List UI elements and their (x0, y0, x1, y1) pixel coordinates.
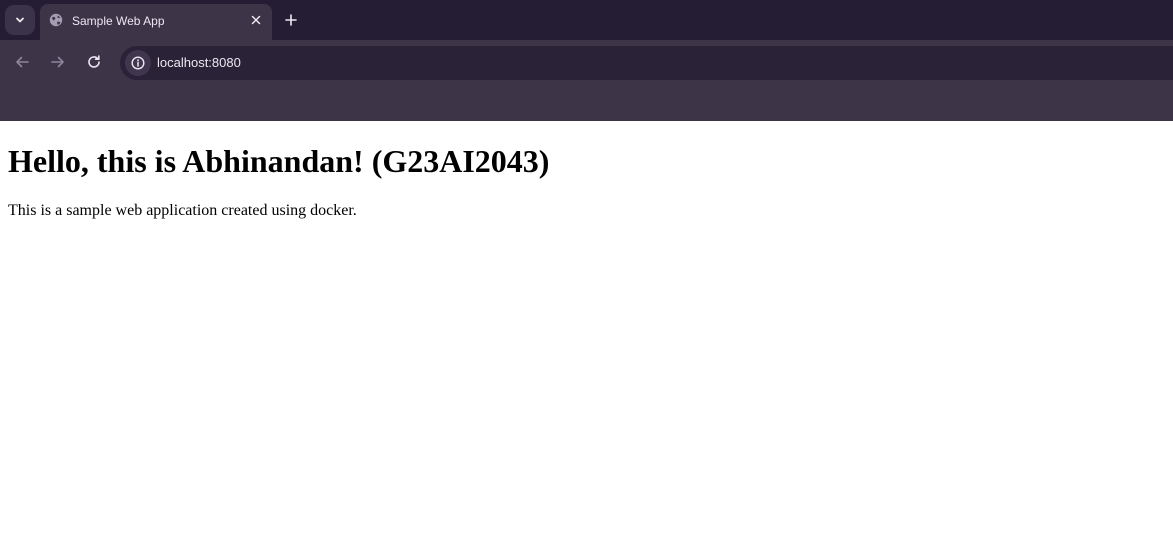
address-bar[interactable]: localhost:8080 (120, 46, 1173, 80)
chevron-down-icon (16, 17, 24, 23)
close-icon (251, 15, 261, 25)
tab-search-button[interactable] (5, 5, 35, 35)
site-info-button[interactable] (125, 50, 151, 76)
reload-icon (88, 55, 100, 68)
tab-sample-web-app[interactable]: Sample Web App (40, 4, 272, 40)
page-paragraph: This is a sample web application created… (8, 202, 357, 219)
tab-title: Sample Web App (72, 14, 165, 28)
close-tab-button[interactable] (248, 12, 264, 28)
tab-strip: Sample Web App (0, 0, 1173, 40)
reload-button[interactable] (84, 52, 104, 72)
arrow-left-icon (16, 56, 29, 68)
browser-window: Sample Web App localhost:8080 (0, 0, 1173, 121)
back-button[interactable] (12, 52, 32, 72)
globe-icon (49, 13, 63, 27)
url-text[interactable]: localhost:8080 (157, 55, 241, 70)
bookmarks-bar (0, 86, 1173, 121)
info-icon (131, 56, 145, 70)
plus-icon (285, 14, 297, 26)
new-tab-button[interactable] (282, 11, 300, 29)
arrow-right-icon (51, 56, 64, 68)
browser-toolbar: localhost:8080 (0, 40, 1173, 86)
page-heading: Hello, this is Abhinandan! (G23AI2043) (8, 143, 550, 179)
forward-button[interactable] (48, 52, 68, 72)
page-content: Hello, this is Abhinandan! (G23AI2043) T… (0, 121, 1173, 533)
